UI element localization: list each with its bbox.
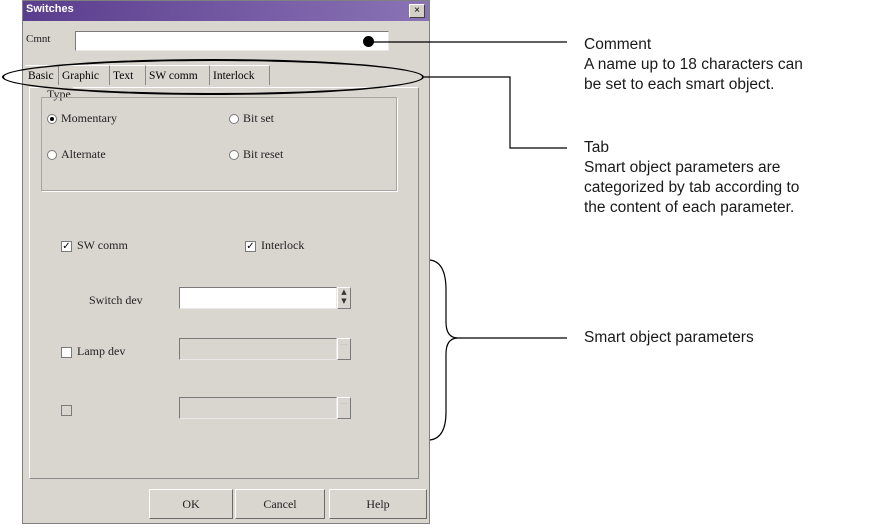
comment-annotation: Comment A name up to 18 characters can b… <box>584 35 803 95</box>
tab-annotation-line2: categorized by tab according to <box>584 179 800 196</box>
tab-annotation-line1: Smart object parameters are <box>584 159 781 176</box>
tab-annotation-line3: the content of each parameter. <box>584 199 795 216</box>
comment-annotation-title: Comment <box>584 36 652 53</box>
tab-leader-line <box>424 76 567 149</box>
tab-annotation-title: Tab <box>584 139 609 156</box>
params-annotation-title: Smart object parameters <box>584 329 754 346</box>
tab-annotation: Tab Smart object parameters are categori… <box>584 138 799 218</box>
params-brace <box>429 259 459 441</box>
comment-annotation-line1: A name up to 18 characters can <box>584 56 803 73</box>
params-annotation: Smart object parameters <box>584 328 754 348</box>
comment-annotation-line2: be set to each smart object. <box>584 76 775 93</box>
